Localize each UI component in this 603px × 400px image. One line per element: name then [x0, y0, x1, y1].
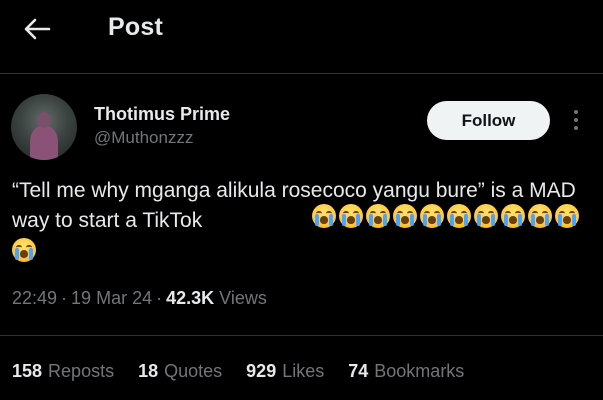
emoji-part	[477, 214, 481, 226]
emoji-part	[558, 214, 562, 226]
emoji-part	[563, 216, 571, 224]
emoji-part	[518, 214, 522, 226]
emoji-part	[455, 216, 463, 224]
meta-separator: ·	[156, 288, 163, 308]
stat-count: 74	[348, 361, 369, 381]
stat-bookmarks[interactable]: 74 Bookmarks	[348, 361, 464, 382]
loudly-crying-face-icon	[312, 204, 336, 228]
emoji-part	[572, 214, 576, 226]
emoji-part	[482, 216, 490, 224]
page-title: Post	[108, 13, 163, 41]
emoji-part	[536, 216, 544, 224]
avatar-figure-body	[30, 126, 58, 160]
emoji-part	[450, 214, 454, 226]
loudly-crying-face-icon	[339, 204, 363, 228]
stat-reposts[interactable]: 158 Reposts	[12, 361, 114, 382]
header-divider	[0, 73, 603, 74]
tweet-date[interactable]: 19 Mar 24	[71, 288, 152, 308]
engagement-stats: 158 Reposts 18 Quotes 929 Likes 74 Bookmarks	[12, 361, 464, 382]
emoji-part	[504, 214, 508, 226]
tweet-meta: 22:49 · 19 Mar 24 · 42.3K Views	[12, 288, 267, 309]
emoji-part	[320, 216, 328, 224]
loudly-crying-face-icon	[366, 204, 390, 228]
emoji-row	[12, 238, 36, 267]
emoji-part	[329, 214, 333, 226]
stat-count: 158	[12, 361, 43, 381]
follow-button[interactable]: Follow	[427, 101, 550, 140]
emoji-part	[369, 214, 373, 226]
emoji-part	[356, 214, 360, 226]
emoji-part	[15, 248, 19, 260]
loudly-crying-face-icon	[447, 204, 471, 228]
stat-likes[interactable]: 929 Likes	[246, 361, 324, 382]
back-button[interactable]	[20, 12, 54, 46]
stat-count: 18	[138, 361, 159, 381]
emoji-part	[437, 214, 441, 226]
emoji-part	[342, 214, 346, 226]
emoji-part	[509, 216, 517, 224]
emoji-part	[20, 250, 28, 258]
loudly-crying-face-icon	[501, 204, 525, 228]
stat-label: Likes	[282, 361, 325, 381]
author-display-name[interactable]: Thotimus Prime	[94, 104, 230, 125]
emoji-part	[29, 248, 33, 260]
stat-label: Bookmarks	[374, 361, 465, 381]
post-header: Post	[0, 0, 603, 68]
emoji-part	[410, 214, 414, 226]
more-dot	[574, 126, 578, 130]
emoji-part	[315, 214, 319, 226]
loudly-crying-face-icon	[393, 204, 417, 228]
emoji-part	[545, 214, 549, 226]
stat-label: Reposts	[48, 361, 115, 381]
stat-count: 929	[246, 361, 277, 381]
emoji-part	[374, 216, 382, 224]
loudly-crying-face-icon	[12, 238, 36, 262]
loudly-crying-face-icon	[555, 204, 579, 228]
more-vertical-icon[interactable]	[566, 106, 586, 134]
emoji-part	[464, 214, 468, 226]
author-handle[interactable]: @Muthonzzz	[94, 128, 193, 148]
loudly-crying-face-icon	[420, 204, 444, 228]
emoji-part	[423, 214, 427, 226]
meta-divider	[0, 335, 603, 336]
avatar-figure-head	[37, 112, 51, 128]
emoji-part	[531, 214, 535, 226]
emoji-part	[383, 214, 387, 226]
emoji-part	[401, 216, 409, 224]
stat-quotes[interactable]: 18 Quotes	[138, 361, 222, 382]
stat-label: Quotes	[164, 361, 223, 381]
more-dot	[574, 118, 578, 122]
emoji-part	[347, 216, 355, 224]
loudly-crying-face-icon	[528, 204, 552, 228]
emoji-part	[428, 216, 436, 224]
emoji-part	[491, 214, 495, 226]
tweet-time[interactable]: 22:49	[12, 288, 57, 308]
emoji-row	[312, 204, 579, 228]
arrow-left-icon	[24, 18, 51, 40]
meta-separator: ·	[61, 288, 68, 308]
emoji-part	[396, 214, 400, 226]
loudly-crying-face-icon	[474, 204, 498, 228]
more-dot	[574, 110, 578, 114]
views-label: Views	[219, 288, 267, 308]
avatar[interactable]	[11, 94, 77, 160]
views-count: 42.3K	[166, 288, 215, 308]
